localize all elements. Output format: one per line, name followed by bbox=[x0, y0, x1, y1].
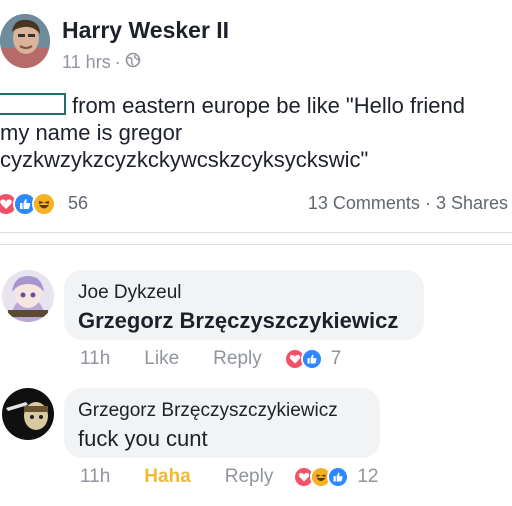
haha-icon bbox=[32, 192, 56, 216]
post-meta: 11 hrs · bbox=[62, 52, 141, 73]
comment-time[interactable]: 11h bbox=[80, 348, 110, 370]
redaction-box bbox=[0, 93, 66, 115]
like-icon bbox=[300, 348, 323, 370]
post-text: from eastern europe be like "Hello frien… bbox=[0, 92, 512, 173]
shares-count-link[interactable]: 3 Shares bbox=[436, 193, 508, 213]
meta-separator: · bbox=[114, 52, 121, 72]
comment-reaction-count[interactable]: 12 bbox=[357, 466, 378, 488]
comment-reactions[interactable] bbox=[283, 348, 323, 370]
author-name[interactable]: Harry Wesker II bbox=[62, 17, 229, 44]
author-avatar[interactable] bbox=[0, 14, 50, 68]
comment-reaction-count[interactable]: 7 bbox=[331, 348, 342, 370]
comment-bubble: Joe Dykzeul Grzegorz Brzęczyszczykiewicz bbox=[64, 270, 424, 340]
post-engagement: 13 Comments · 3 Shares bbox=[308, 193, 508, 214]
comments-count-link[interactable]: 13 Comments bbox=[308, 193, 420, 213]
like-icon bbox=[327, 466, 350, 488]
comment-text: fuck you cunt bbox=[78, 426, 208, 451]
reaction-count[interactable]: 56 bbox=[68, 193, 88, 214]
haha-reaction-link[interactable]: Haha bbox=[144, 466, 190, 488]
engagement-separator: · bbox=[424, 193, 431, 213]
commenter-avatar[interactable] bbox=[2, 270, 54, 322]
reply-link[interactable]: Reply bbox=[213, 348, 262, 370]
commenter-avatar[interactable] bbox=[2, 388, 54, 440]
comment-reactions[interactable] bbox=[293, 466, 350, 488]
comment-actions: 11h Haha Reply 12 bbox=[80, 466, 378, 488]
globe-icon[interactable] bbox=[125, 52, 141, 73]
comment-bubble: Grzegorz Brzęczyszczykiewicz fuck you cu… bbox=[64, 388, 380, 458]
post-text-line-2: my name is gregor bbox=[0, 120, 183, 145]
comment-text: Grzegorz Brzęczyszczykiewicz bbox=[78, 308, 399, 333]
post-text-line-3: cyzkwzykzcyzkckywcskzcyksyckswic" bbox=[0, 147, 369, 172]
comment-author-name[interactable]: Joe Dykzeul bbox=[78, 282, 182, 304]
post-reactions[interactable] bbox=[0, 192, 56, 216]
divider bbox=[0, 244, 512, 245]
post-text-line-1: from eastern europe be like "Hello frien… bbox=[72, 93, 466, 118]
post-time[interactable]: 11 hrs bbox=[62, 52, 111, 73]
comment-author-name[interactable]: Grzegorz Brzęczyszczykiewicz bbox=[78, 400, 338, 422]
divider bbox=[0, 232, 512, 233]
comment-actions: 11h Like Reply 7 bbox=[80, 348, 341, 370]
like-link[interactable]: Like bbox=[144, 348, 179, 370]
reply-link[interactable]: Reply bbox=[225, 466, 274, 488]
comment-time[interactable]: 11h bbox=[80, 466, 110, 488]
